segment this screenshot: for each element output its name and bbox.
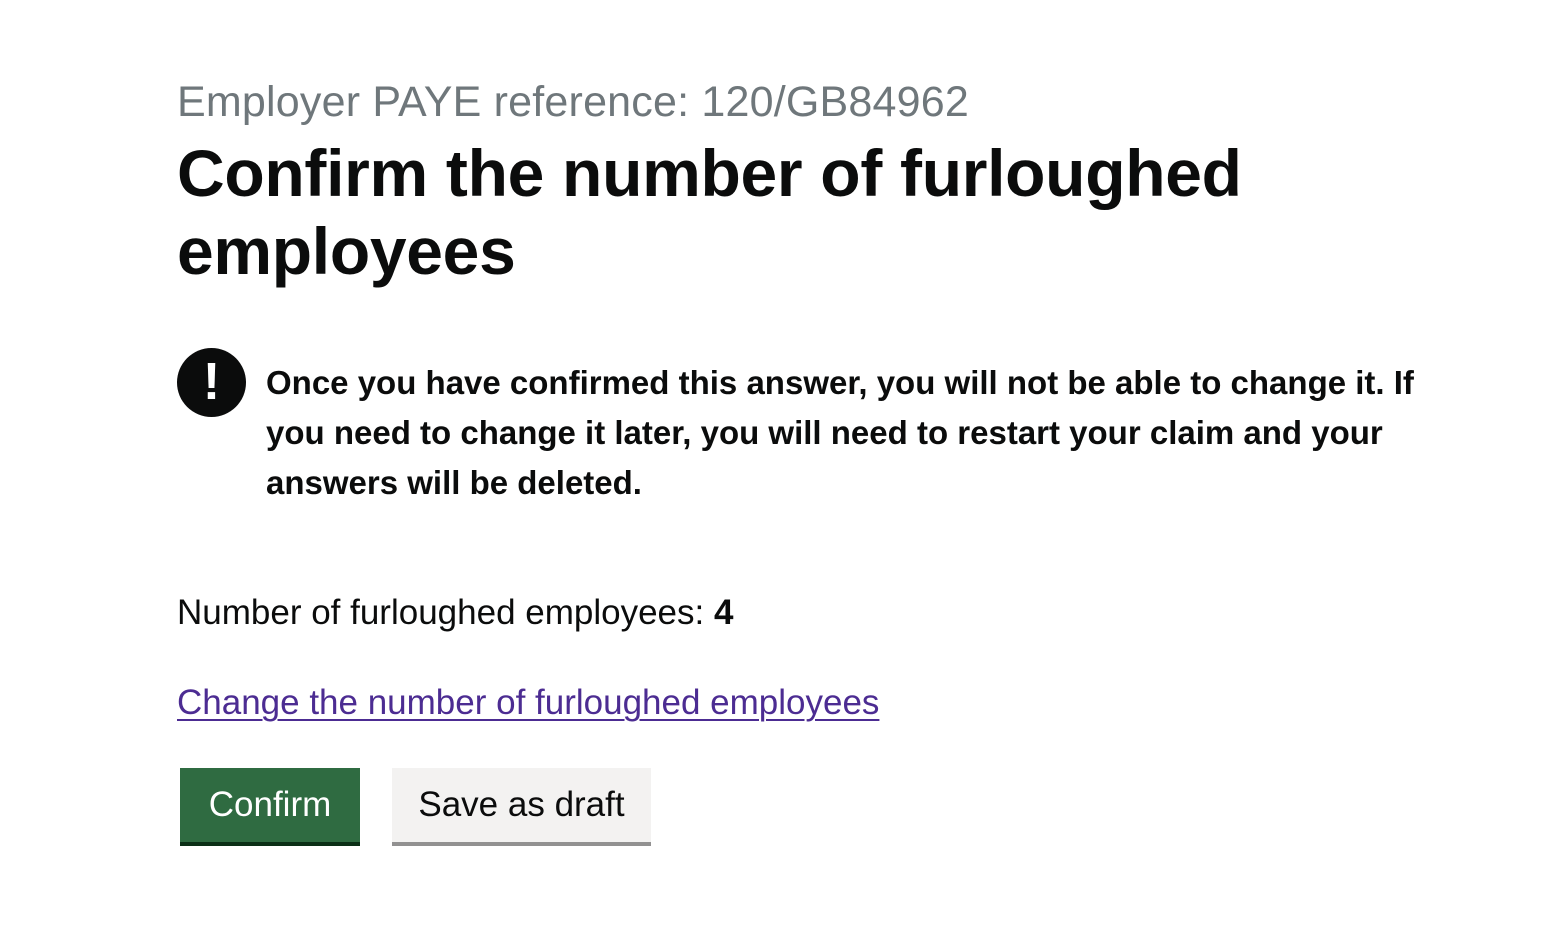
- confirm-button[interactable]: Confirm: [180, 768, 360, 842]
- warning-icon: !: [177, 348, 246, 417]
- paye-reference-caption: Employer PAYE reference: 120/GB84962: [177, 78, 969, 126]
- employee-count-summary: Number of furloughed employees: 4: [177, 590, 733, 636]
- employee-count-value: 4: [713, 593, 734, 632]
- employee-count-label: Number of furloughed employees:: [177, 593, 705, 632]
- warning-message: Once you have confirmed this answer, you…: [266, 364, 1414, 501]
- change-employee-count-link[interactable]: Change the number of furloughed employee…: [177, 680, 879, 726]
- save-as-draft-button[interactable]: Save as draft: [392, 768, 651, 842]
- page-title: Confirm the number of furloughed employe…: [177, 136, 1242, 288]
